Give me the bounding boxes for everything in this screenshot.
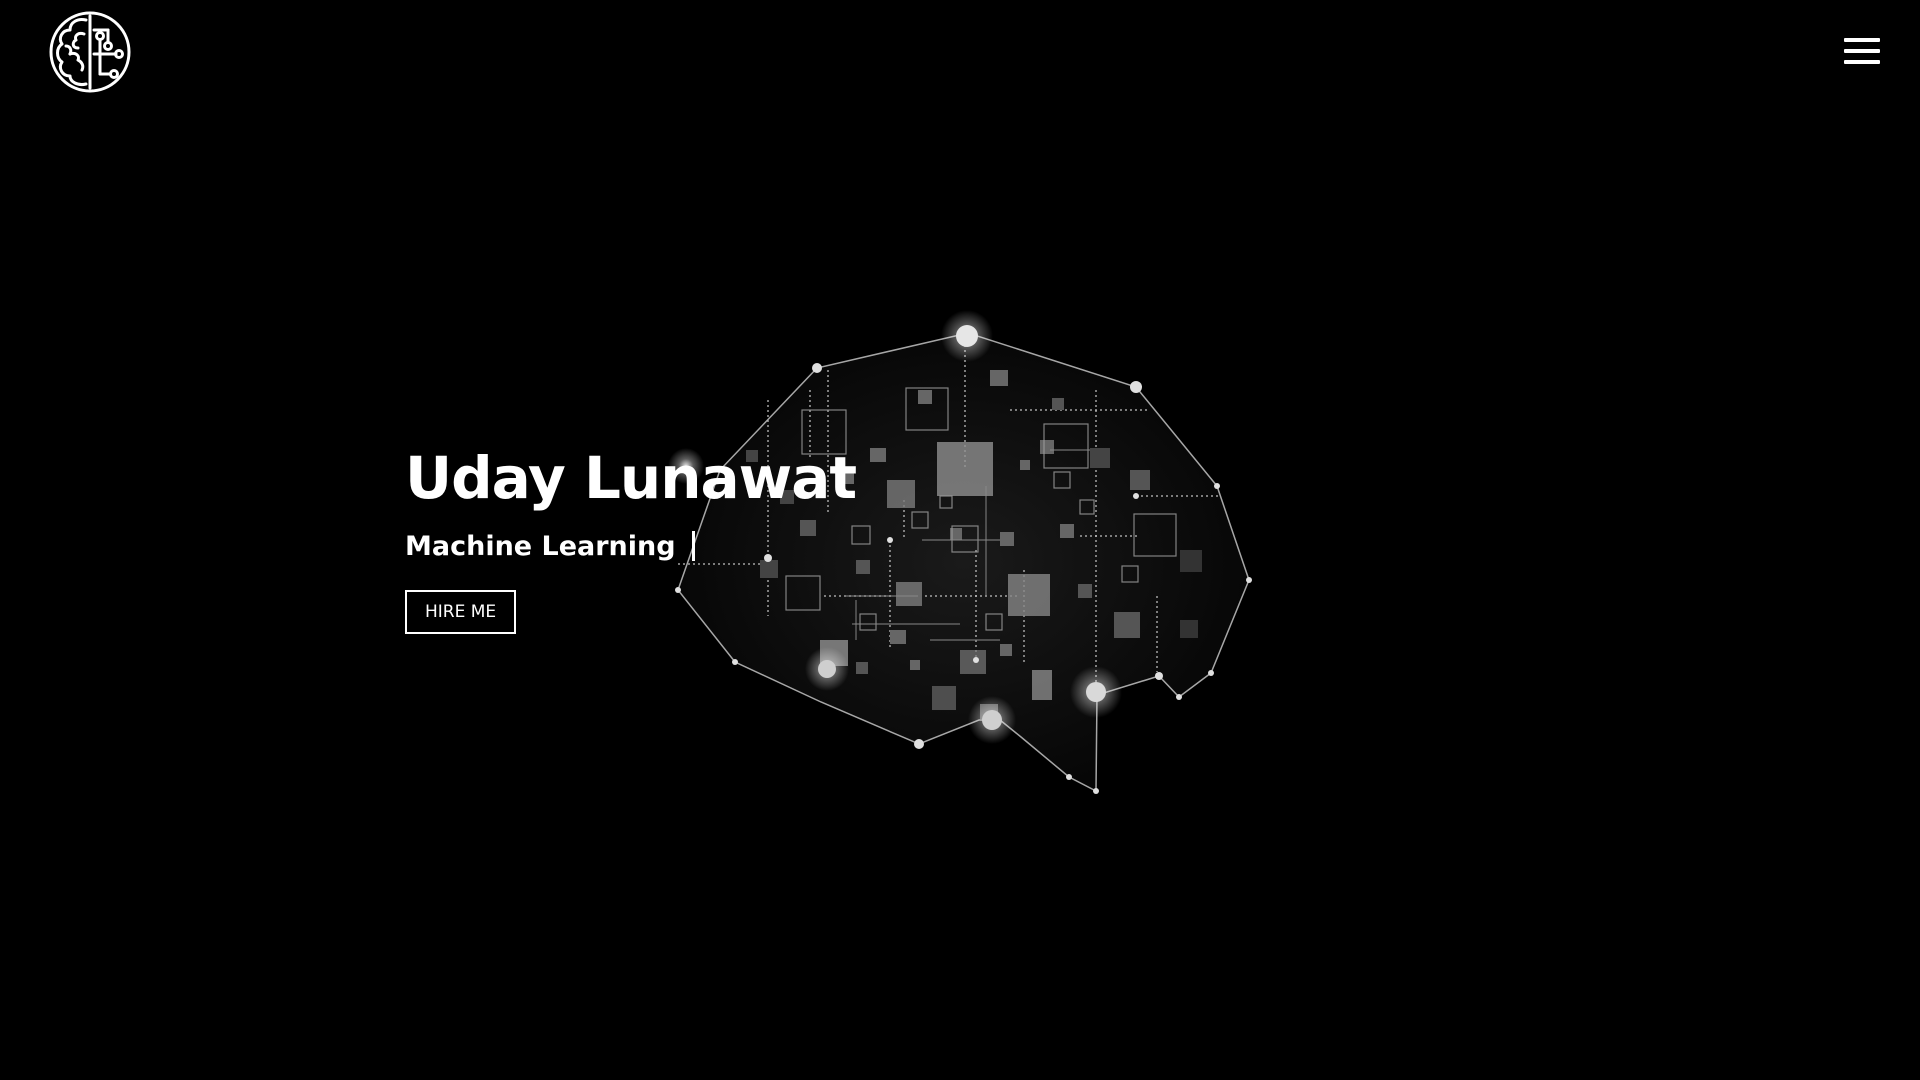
hero-name: Uday Lunawat [405,444,857,512]
typing-caret [691,531,695,561]
hero-section: Uday Lunawat Machine Learning HIRE ME [405,438,925,634]
hamburger-menu-icon[interactable] [1844,38,1880,64]
page: Uday Lunawat Machine Learning HIRE ME [0,0,1920,1080]
menu-bar [1844,49,1880,53]
menu-bar [1844,60,1880,64]
hire-me-button[interactable]: HIRE ME [405,590,517,634]
typed-role-text: Machine Learning [405,530,676,562]
hero-role: Machine Learning [405,526,925,566]
menu-bar [1844,38,1880,42]
brain-logo-icon[interactable] [48,10,132,94]
